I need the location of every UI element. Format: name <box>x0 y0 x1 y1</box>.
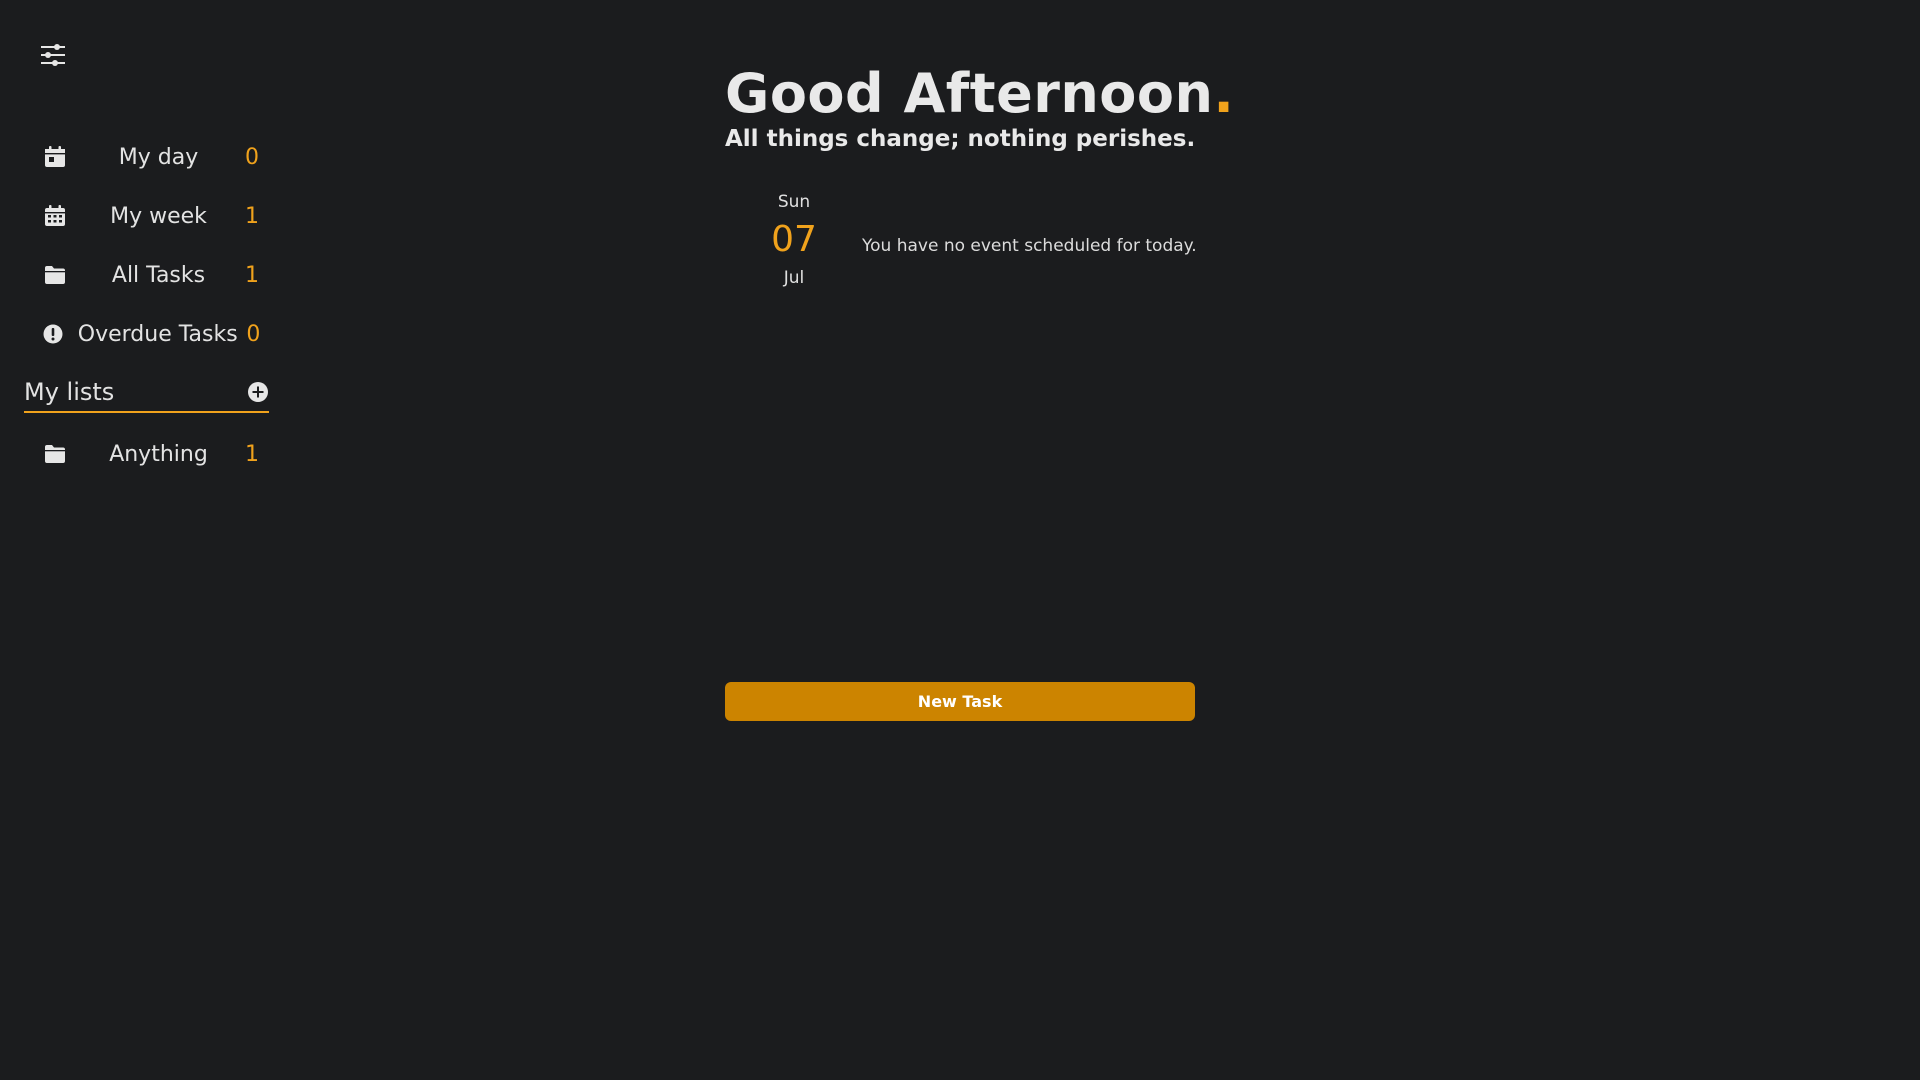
task-count: 0 <box>246 321 261 347</box>
calendar-day-icon <box>28 135 82 179</box>
sidebar-item-my-week[interactable]: My week 1 <box>24 194 269 238</box>
task-count: 1 <box>245 203 259 229</box>
sidebar-item-label: All Tasks <box>111 262 206 288</box>
greeting-dot: . <box>1213 62 1235 125</box>
task-count: 0 <box>245 144 259 170</box>
sidebar-item-overdue-tasks[interactable]: Overdue Tasks 0 <box>24 312 269 356</box>
sidebar: My day 0 My week 1 All Tasks 1 Overdue T… <box>0 0 290 1080</box>
sliders-icon <box>41 44 65 66</box>
greeting-text: Good Afternoon <box>725 62 1214 125</box>
my-lists-title: My lists <box>24 378 115 406</box>
plus-circle-icon <box>248 382 268 402</box>
calendar-week-icon <box>28 194 82 238</box>
no-events-message: You have no event scheduled for today. <box>862 236 1197 256</box>
settings-button[interactable] <box>36 38 70 72</box>
sidebar-item-label: Overdue Tasks <box>77 321 238 347</box>
list-item-anything[interactable]: Anything 1 <box>24 432 269 476</box>
sidebar-item-my-day[interactable]: My day 0 <box>24 135 269 179</box>
date-day-of-week: Sun <box>777 192 811 212</box>
add-list-button[interactable] <box>247 381 269 403</box>
sidebar-item-label: My day <box>118 144 199 170</box>
task-count: 1 <box>245 441 259 467</box>
my-lists-header: My lists <box>24 373 269 413</box>
folder-icon <box>28 253 82 297</box>
task-count: 1 <box>245 262 259 288</box>
date-display: Sun 07 Jul <box>750 192 838 288</box>
date-month: Jul <box>783 268 805 288</box>
date-day: 07 <box>771 219 817 260</box>
new-task-button[interactable]: New Task <box>725 682 1195 721</box>
list-item-label: Anything <box>109 441 208 467</box>
quote-text: All things change; nothing perishes. <box>725 126 1196 152</box>
folder-icon <box>28 432 82 476</box>
alert-circle-icon <box>28 312 78 356</box>
sidebar-item-label: My week <box>110 203 207 229</box>
sidebar-item-all-tasks[interactable]: All Tasks 1 <box>24 253 269 297</box>
greeting-heading: Good Afternoon. <box>725 62 1234 125</box>
